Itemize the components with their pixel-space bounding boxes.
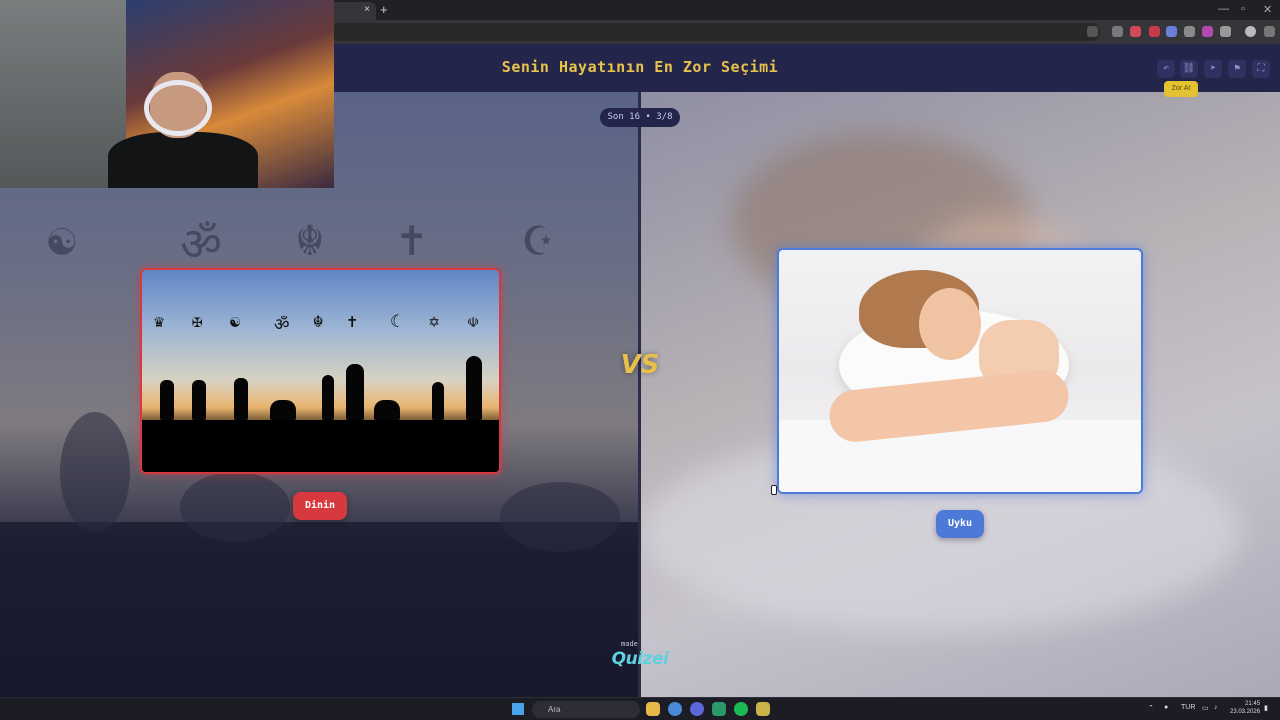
silhouette-figure — [466, 356, 482, 420]
clock-date: 23.03.2026 — [1230, 709, 1261, 715]
extension-icon[interactable] — [1112, 26, 1123, 37]
silhouette-figure — [160, 380, 174, 420]
vs-badge: VS — [620, 350, 660, 380]
app-icon[interactable] — [712, 702, 726, 716]
faravahar-icon: ☫ — [468, 312, 479, 332]
chrome-icon[interactable] — [668, 702, 682, 716]
om-icon: ॐ — [180, 217, 222, 271]
puzzle-icon[interactable] — [1220, 26, 1231, 37]
crescent-icon: ☾ — [390, 312, 401, 332]
yin-yang-icon: ☯ — [230, 312, 241, 332]
right-option-card[interactable] — [777, 248, 1143, 494]
taskbar: Ara ⌃ ● TUR ▭ ♪ 21:45 23.03.2026 ▮ — [0, 697, 1280, 720]
bookmark-star-icon[interactable] — [1087, 26, 1098, 37]
flag-icon[interactable]: ⚑ — [1228, 60, 1246, 78]
silhouette-figure — [180, 472, 290, 542]
khanda-icon: ☬ — [313, 312, 324, 332]
send-icon[interactable]: ➤ — [1204, 60, 1222, 78]
left-option-card[interactable]: ♛ ✠ ☯ ॐ ☬ ✝ ☾ ✡ ☫ — [140, 268, 501, 474]
webcam-person-body — [108, 132, 258, 188]
extension-icon[interactable] — [1184, 26, 1195, 37]
crescent-icon: ☪ — [524, 212, 552, 266]
spotify-icon[interactable] — [734, 702, 748, 716]
face — [919, 288, 981, 360]
tab-close-icon[interactable]: × — [364, 4, 370, 15]
maltese-cross-icon: ✠ — [192, 312, 203, 332]
windows-start-icon[interactable] — [512, 703, 524, 715]
new-tab-button[interactable]: + — [380, 2, 388, 17]
cross-icon: ✝ — [398, 212, 426, 266]
undo-icon[interactable]: ↶ — [1157, 60, 1175, 78]
app-icon[interactable] — [756, 702, 770, 716]
microphone-icon[interactable]: ● — [1164, 704, 1168, 711]
address-bar[interactable] — [330, 23, 1100, 41]
silhouette-figure — [322, 375, 334, 420]
cross-icon: ✝ — [347, 312, 358, 332]
made-with-text: made with — [621, 640, 659, 648]
notification-icon[interactable]: ▮ — [1264, 704, 1268, 712]
extension-icon[interactable] — [1130, 26, 1141, 37]
right-option-label[interactable]: Uyku — [936, 510, 984, 538]
star-of-david-icon: ✡ — [429, 312, 440, 332]
silhouette-figure — [500, 482, 620, 552]
yin-yang-icon: ☯ — [48, 212, 76, 266]
divider — [638, 92, 641, 697]
taskbar-search[interactable]: Ara — [532, 701, 640, 718]
left-option-label[interactable]: Dinin — [293, 492, 347, 520]
maximize-button[interactable]: ▫ — [1241, 3, 1245, 15]
crown-icon: ♛ — [154, 312, 165, 332]
tooltip: Zor At — [1164, 81, 1198, 97]
language-indicator[interactable]: TUR — [1181, 704, 1195, 711]
file-explorer-icon[interactable] — [646, 702, 660, 716]
link-icon[interactable]: ⛓ — [1180, 60, 1198, 78]
profile-avatar[interactable] — [1245, 26, 1256, 37]
brand-logo[interactable]: Quizei — [606, 649, 674, 669]
network-icon[interactable]: ▭ — [1202, 704, 1209, 712]
minimize-button[interactable]: — — [1218, 3, 1229, 15]
close-window-button[interactable]: ✕ — [1263, 3, 1272, 16]
fullscreen-icon[interactable]: ⛶ — [1252, 60, 1270, 78]
blanket — [779, 420, 1141, 492]
round-counter: Son 16 • 3/8 — [600, 108, 680, 127]
clock-time: 21:45 — [1245, 701, 1261, 707]
clock[interactable]: 21:45 23.03.2026 — [1230, 700, 1260, 716]
silhouette-figure — [374, 400, 400, 420]
webcam-overlay — [0, 0, 334, 188]
volume-icon[interactable]: ♪ — [1214, 704, 1218, 711]
silhouette-figure — [270, 400, 296, 420]
menu-icon[interactable] — [1264, 26, 1275, 37]
khanda-icon: ☬ — [296, 212, 324, 266]
tray-chevron-icon[interactable]: ⌃ — [1148, 704, 1154, 712]
discord-icon[interactable] — [690, 702, 704, 716]
silhouette-figure — [60, 412, 130, 532]
om-icon: ॐ — [274, 315, 290, 335]
extension-icon[interactable] — [1149, 26, 1160, 37]
silhouette-figure — [432, 382, 444, 420]
silhouette-figure — [234, 378, 248, 420]
ground — [142, 420, 499, 472]
silhouette-figure — [346, 364, 364, 420]
mouse-cursor — [771, 485, 777, 495]
extension-icon[interactable] — [1202, 26, 1213, 37]
extension-icon[interactable] — [1166, 26, 1177, 37]
headphones — [144, 80, 212, 136]
silhouette-figure — [192, 380, 206, 420]
